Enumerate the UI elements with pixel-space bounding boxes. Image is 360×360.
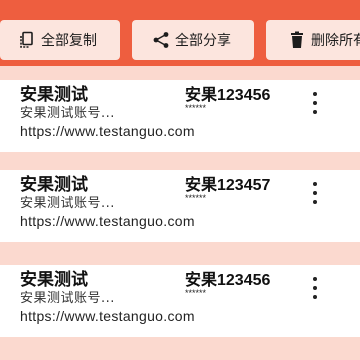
account-password: ****** — [185, 288, 207, 298]
copy-all-button[interactable]: 全部复制 — [0, 20, 120, 60]
copy-all-label: 全部复制 — [41, 33, 97, 49]
account-note: 安果测试账号... — [20, 291, 115, 306]
share-all-button[interactable]: 全部分享 — [132, 20, 254, 60]
action-toolbar: 全部复制 全部分享 删除所有 — [0, 0, 360, 66]
account-url: https://www.testanguo.com — [20, 308, 195, 324]
account-note: 安果测试账号... — [20, 196, 115, 211]
account-note: 安果测试账号... — [20, 106, 115, 121]
account-username: 安果123457 — [185, 177, 271, 194]
account-url: https://www.testanguo.com — [20, 213, 195, 229]
account-card[interactable]: 安果测试 安果测试账号... https://www.testanguo.com… — [0, 265, 360, 337]
more-vertical-icon[interactable] — [306, 90, 324, 116]
share-all-label: 全部分享 — [175, 33, 231, 49]
copy-icon — [16, 29, 38, 51]
account-username: 安果123456 — [185, 272, 271, 289]
account-url: https://www.testanguo.com — [20, 123, 195, 139]
account-password: ****** — [185, 103, 207, 113]
share-icon — [150, 29, 172, 51]
trash-icon — [286, 29, 308, 51]
delete-all-button[interactable]: 删除所有 — [266, 20, 360, 60]
delete-all-label: 删除所有 — [311, 33, 360, 49]
more-vertical-icon[interactable] — [306, 275, 324, 301]
account-card[interactable]: 安果测试 安果测试账号... https://www.testanguo.com… — [0, 170, 360, 242]
account-password: ****** — [185, 193, 207, 203]
account-card[interactable]: 安果测试 安果测试账号... https://www.testanguo.com… — [0, 80, 360, 152]
account-username: 安果123456 — [185, 87, 271, 104]
more-vertical-icon[interactable] — [306, 180, 324, 206]
